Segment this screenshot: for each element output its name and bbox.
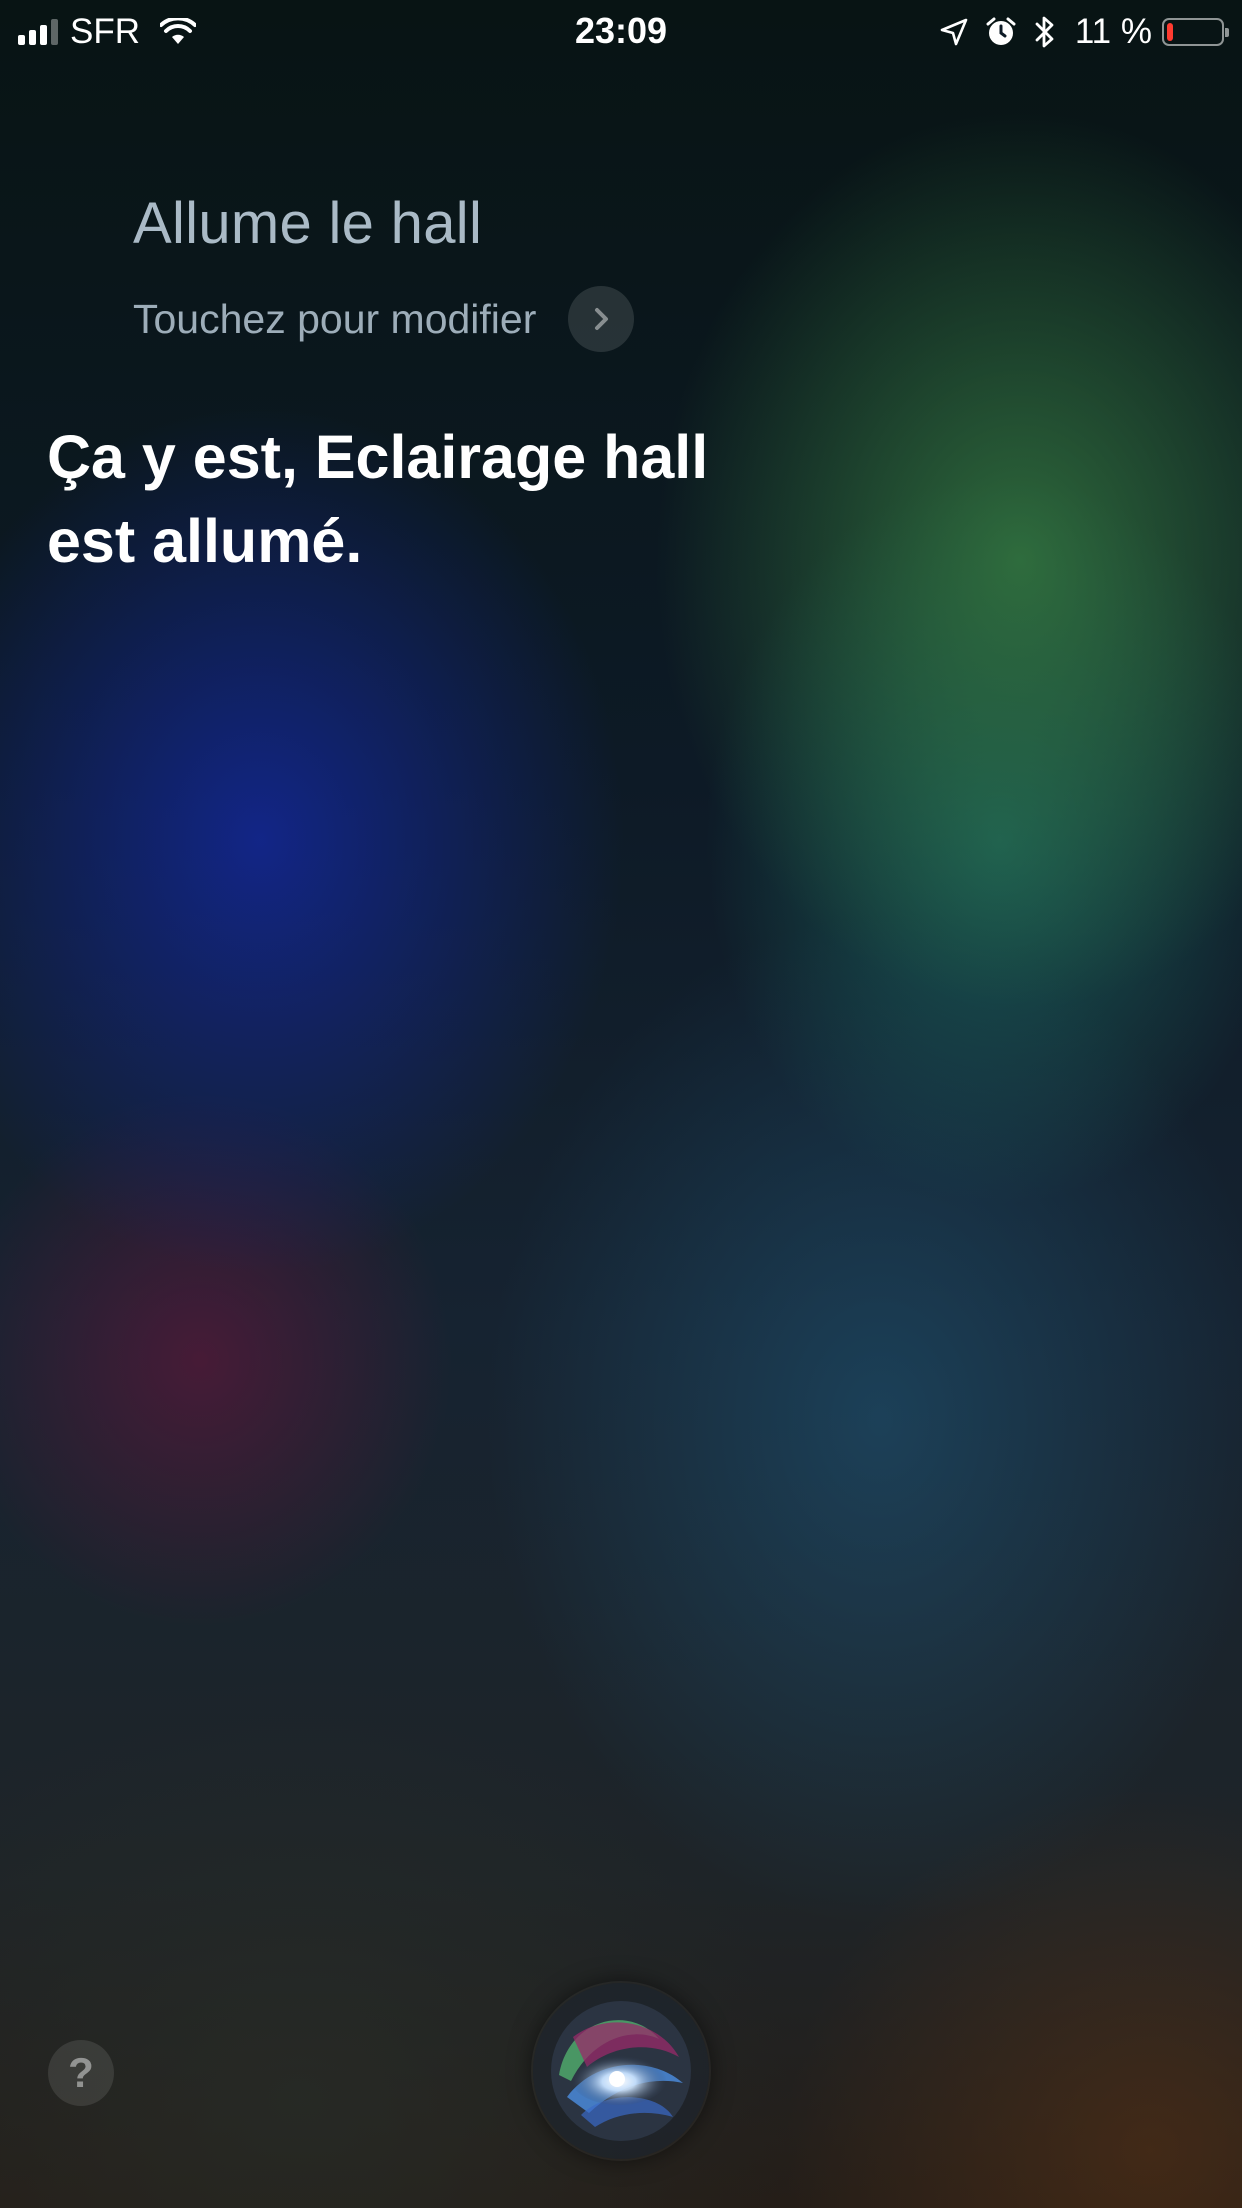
status-right: 11 % <box>923 12 1229 52</box>
siri-screen: SFR 23:09 11 % Allume le hall Touchez po… <box>0 0 1242 2208</box>
bluetooth-icon <box>1033 15 1057 49</box>
location-arrow-icon <box>939 17 969 47</box>
siri-response-text: Ça y est, Eclairage hall est allumé. <box>47 423 709 575</box>
tap-to-edit-label: Touchez pour modifier <box>133 295 537 342</box>
siri-orb-icon <box>551 2001 691 2141</box>
siri-query-text[interactable]: Allume le hall <box>133 190 482 257</box>
battery-icon <box>1162 18 1229 46</box>
siri-orb-button[interactable] <box>533 1983 709 2159</box>
status-bar: SFR 23:09 11 % <box>0 0 1242 62</box>
chevron-right-icon[interactable] <box>568 286 635 352</box>
tap-to-edit-hint[interactable]: Touchez pour modifier <box>133 286 635 352</box>
battery-fill <box>1167 23 1173 41</box>
battery-percent: 11 % <box>1074 12 1152 51</box>
alarm-icon <box>985 16 1017 48</box>
help-button[interactable]: ? <box>48 2040 114 2106</box>
